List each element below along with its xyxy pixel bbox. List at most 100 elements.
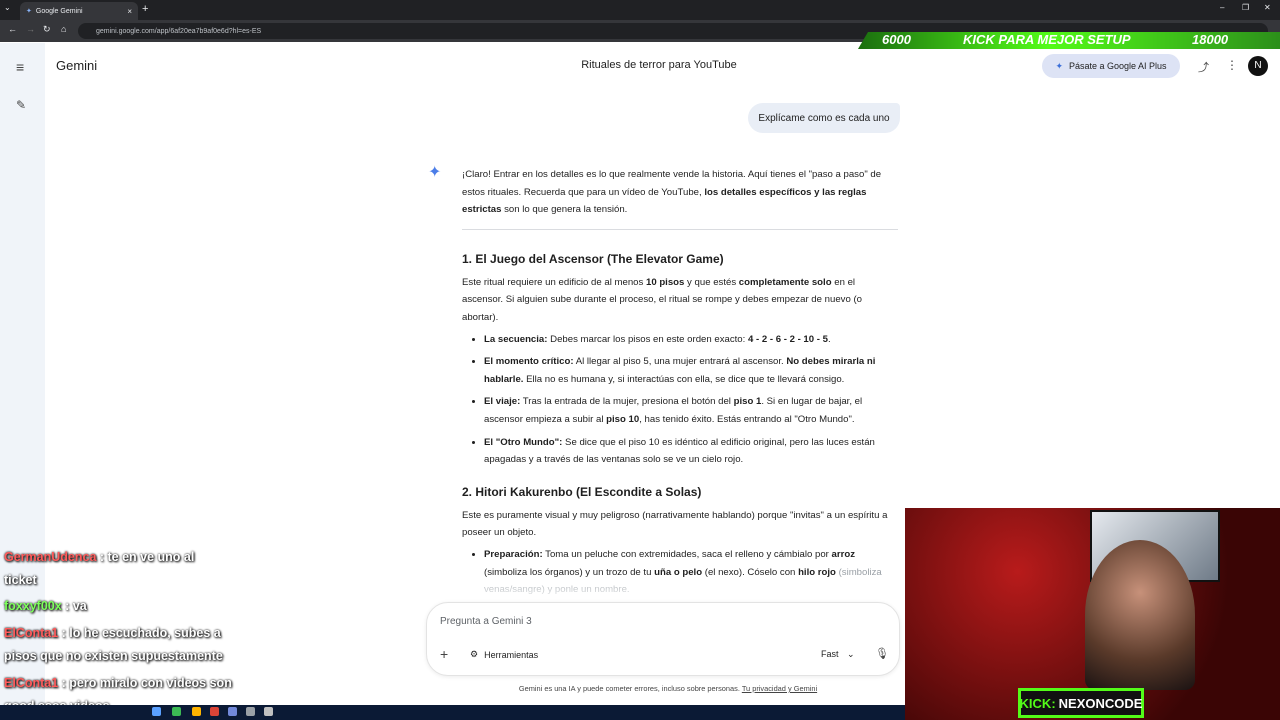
item-bold: piso 10	[606, 413, 640, 425]
item-label: El viaje:	[484, 396, 521, 408]
chat-user: ElConta1	[4, 676, 59, 690]
section1-list: La secuencia: Debes marcar los pisos en …	[484, 331, 898, 469]
divider	[462, 228, 898, 230]
section1-paragraph: Este ritual requiere un edificio de al m…	[462, 274, 898, 327]
list-item: La secuencia: Debes marcar los pisos en …	[484, 331, 898, 349]
app-icon[interactable]	[192, 707, 201, 716]
list-item: El "Otro Mundo": Se dice que el piso 10 …	[484, 434, 898, 469]
app-icon[interactable]	[228, 707, 237, 716]
conversation-title[interactable]: Rituales de terror para YouTube	[540, 59, 778, 71]
microphone-icon[interactable]: 🎙	[875, 647, 889, 660]
s1-text: Este ritual requiere un edificio de al m…	[462, 276, 646, 288]
tab-close-icon[interactable]: ×	[127, 7, 132, 16]
banner-message: KICK PARA MEJOR SETUP	[963, 32, 1131, 47]
tools-icon: ⚙	[470, 649, 479, 659]
kick-promo-banner: 6000 KICK PARA MEJOR SETUP 18000	[858, 32, 1280, 49]
scroll-fade	[430, 575, 900, 605]
new-tab-button[interactable]: +	[142, 3, 148, 15]
intro-text-end: son lo que genera la tensión.	[501, 204, 628, 216]
privacy-link[interactable]: Tu privacidad y Gemini	[742, 684, 817, 693]
app-icon[interactable]	[172, 707, 181, 716]
disclaimer-text: Gemini es una IA y puede cometer errores…	[518, 684, 742, 693]
chat-message: : pero miralo con videos son	[58, 676, 232, 690]
s1-bold: completamente solo	[738, 276, 832, 288]
chat-line: foxxyf00x : va	[4, 599, 87, 613]
menu-icon[interactable]: ≡	[16, 59, 24, 75]
tab-search-icon[interactable]: ⌄	[4, 3, 11, 12]
disclaimer: Gemini es una IA y puede cometer errores…	[430, 684, 906, 693]
chat-message: : va	[61, 599, 87, 613]
window-close-icon[interactable]: ✕	[1264, 3, 1271, 12]
assistant-response: ¡Claro! Entrar en los detalles es lo que…	[462, 166, 898, 613]
home-icon[interactable]: ⌂	[61, 24, 66, 34]
item-text: Toma un peluche con extremidades, saca e…	[542, 548, 832, 560]
upgrade-label: Pásate a Google AI Plus	[1068, 61, 1167, 71]
file-explorer-icon[interactable]	[152, 707, 161, 716]
chat-line: ticket	[4, 573, 37, 587]
list-item: El viaje: Tras la entrada de la mujer, p…	[484, 393, 898, 428]
prompt-input[interactable]: Pregunta a Gemini 3	[440, 616, 532, 627]
section2-title: 2. Hitori Kakurenbo (El Escondite a Sola…	[462, 484, 702, 499]
chat-line: ElConta1 : pero miralo con videos son	[4, 676, 232, 690]
tools-label: Herramientas	[484, 649, 539, 660]
spark-icon: ✦	[1055, 60, 1063, 71]
chat-message: : te en ve uno al	[96, 550, 195, 564]
minimize-icon[interactable]: –	[1220, 3, 1224, 12]
item-label: El momento crítico:	[484, 356, 574, 368]
s1-bold: 10 pisos	[645, 276, 685, 288]
tools-button[interactable]: ⚙ Herramientas	[470, 649, 538, 660]
item-text: .	[827, 333, 831, 345]
chat-line: pisos que no existen supuestamente	[4, 649, 223, 663]
app-icon[interactable]	[264, 707, 273, 716]
taskbar	[0, 705, 905, 720]
model-selector[interactable]: Fast ⌄	[821, 649, 855, 660]
item-text: Debes marcar los pisos en este orden exa…	[547, 333, 748, 345]
app-brand[interactable]: Gemini	[56, 58, 97, 73]
prompt-box[interactable]	[426, 602, 900, 676]
badge-prefix: KICK:	[1019, 695, 1056, 711]
item-label: Preparación:	[484, 548, 543, 560]
response-intro: ¡Claro! Entrar en los detalles es lo que…	[462, 166, 898, 219]
chevron-down-icon: ⌄	[847, 649, 855, 659]
chat-message: : lo he escuchado, subes a	[58, 626, 221, 640]
item-text: Ella no es humana y, si interactúas con …	[523, 373, 845, 385]
kick-badge: KICK: NEXONCODE	[1018, 688, 1144, 718]
item-bold: arroz	[831, 548, 855, 560]
tab-title: Google Gemini	[35, 7, 83, 15]
forward-icon[interactable]: →	[26, 24, 35, 34]
chat-message: ticket	[4, 573, 37, 587]
item-label: La secuencia:	[484, 333, 548, 345]
sidebar	[0, 43, 45, 720]
chrome-icon[interactable]	[210, 707, 219, 716]
streamer	[1085, 540, 1195, 690]
upgrade-button[interactable]: ✦ Pásate a Google AI Plus	[1042, 54, 1180, 78]
reload-icon[interactable]: ↻	[43, 24, 51, 35]
chat-message: pisos que no existen supuestamente	[4, 649, 223, 663]
maximize-icon[interactable]: ❐	[1242, 3, 1249, 12]
section2-paragraph: Este es puramente visual y muy peligroso…	[462, 509, 888, 539]
share-icon[interactable]: ⤴	[1198, 59, 1209, 75]
item-text: , has tenido éxito. Estás entrando al "O…	[639, 413, 855, 425]
browser-tabstrip	[0, 0, 1280, 20]
app-icon[interactable]	[246, 707, 255, 716]
item-label: El "Otro Mundo":	[484, 436, 563, 448]
item-text: Al llegar al piso 5, una mujer entrará a…	[573, 356, 787, 368]
item-text: Tras la entrada de la mujer, presiona el…	[520, 396, 734, 408]
chat-user: GermanUdenca	[4, 550, 97, 564]
badge-name: NEXONCODE	[1058, 695, 1143, 711]
item-bold: 4 - 2 - 6 - 2 - 10 - 5	[747, 333, 828, 345]
chat-line: ElConta1 : lo he escuchado, subes a	[4, 626, 221, 640]
avatar[interactable]: N	[1248, 56, 1268, 76]
model-label: Fast	[821, 649, 839, 659]
s1-text: y que estés	[684, 276, 739, 288]
chat-user: foxxyf00x	[4, 599, 62, 613]
gemini-favicon-icon: ✦	[26, 8, 32, 15]
more-options-icon[interactable]: ⋮	[1226, 58, 1238, 72]
banner-left-value: 6000	[882, 32, 911, 47]
section1-title: 1. El Juego del Ascensor (The Elevator G…	[462, 251, 724, 266]
chat-user: ElConta1	[4, 626, 59, 640]
browser-tab[interactable]: ✦ Google Gemini ×	[20, 2, 138, 20]
new-chat-icon[interactable]: ✎	[16, 98, 26, 112]
back-icon[interactable]: ←	[8, 24, 17, 34]
add-attachment-icon[interactable]: +	[440, 646, 448, 662]
